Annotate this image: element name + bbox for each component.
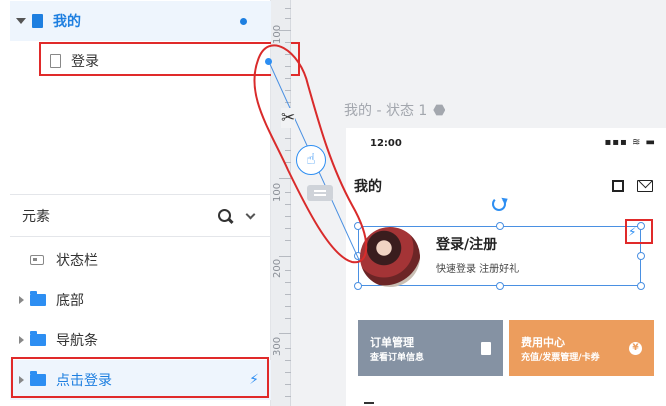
layer-item-bottom[interactable]: 底部 [10,280,271,320]
settings-hex-icon[interactable] [433,104,446,116]
expand-arrow-icon[interactable] [19,296,24,304]
ruler-tick [285,192,291,193]
tap-gesture-icon[interactable]: ☝ [296,145,326,175]
status-icons: ▪▪▪ ≋ ▬ [604,137,656,148]
caret-down-icon[interactable] [16,18,26,24]
layer-item-navbar[interactable]: 导航条 [10,320,271,360]
ruler-tick [285,42,291,43]
search-icon[interactable] [218,209,231,222]
resize-handle[interactable] [496,282,504,290]
highlight-box-bolt [625,219,653,244]
ruler-tick [279,178,291,179]
ruler-tick [285,102,291,103]
ruler-label: 100 [272,182,283,202]
ruler-tick [285,18,291,19]
ruler-tick [285,360,291,361]
vertical-ruler: 100 100 200 300 [271,0,291,406]
ruler-tick [279,333,291,334]
mail-icon[interactable] [637,180,653,192]
ruler-tick [285,138,291,139]
ruler-tick [285,150,291,151]
ruler-tick [285,294,291,295]
page-icon [32,14,43,28]
layer-label: 底部 [56,293,84,309]
ruler-label: 100 [272,24,283,44]
ruler-tick [285,78,291,79]
component-icon [30,255,44,265]
ruler-tick [285,54,291,55]
phone-artboard[interactable]: 12:00 ▪▪▪ ≋ ▬ 我的 登录/注册 快速登录 注册好礼 ⚡ 订单管理 … [346,128,666,406]
comment-icon[interactable] [307,185,333,201]
document-icon [481,342,491,355]
ruler-tick [285,162,291,163]
ruler-tick [285,204,291,205]
layer-item-statusbar[interactable]: 状态栏 [10,240,271,280]
connector-start-dot[interactable] [265,58,272,65]
refresh-icon[interactable] [492,197,506,211]
elements-title: 元素 [22,209,50,225]
highlight-box-login-page [39,42,300,76]
resize-handle[interactable] [354,222,362,230]
folder-icon [30,331,46,346]
status-time: 12:00 [370,138,402,149]
login-subtitle: 快速登录 注册好礼 [436,264,520,275]
card-title: 费用中心 [521,336,565,349]
ruler-tick [285,8,291,9]
ruler-tick [285,270,291,271]
layer-label: 状态栏 [56,253,98,269]
ruler-label: 300 [272,336,283,356]
page-label: 我的 [53,14,81,30]
page-item-mine[interactable]: 我的 [10,1,271,41]
layer-label: 导航条 [56,333,98,349]
app-root: 我的 登录 元素 状态栏 底部 导航条 点击登录 ⚡ 100 100 200 3… [0,0,666,406]
scan-icon[interactable] [612,180,624,192]
ruler-tick [285,318,291,319]
mine-header-title: 我的 [354,179,382,195]
ruler-tick [285,372,291,373]
yen-icon: ¥ [629,342,642,355]
avatar[interactable] [360,227,420,287]
ruler-tick [285,348,291,349]
resize-handle[interactable] [354,282,362,290]
ruler-tick [285,396,291,397]
card-subtitle: 查看订单信息 [370,353,425,363]
resize-handle[interactable] [637,252,645,260]
panel-divider [10,194,271,195]
state-label[interactable]: 我的 - 状态 1 [344,100,446,120]
active-dot-icon [240,18,247,25]
folder-icon [30,291,46,306]
ruler-tick [285,228,291,229]
scissors-icon[interactable]: ✂ [281,108,296,128]
login-title[interactable]: 登录/注册 [436,234,497,254]
ruler-tick [285,90,291,91]
panel-divider [10,236,271,237]
billing-center-card[interactable]: 费用中心 充值/发票管理/卡券 ¥ [509,320,654,376]
resize-handle[interactable] [637,282,645,290]
ruler-tick [285,240,291,241]
ruler-tick [285,66,291,67]
ruler-tick [285,384,291,385]
card-subtitle: 充值/发票管理/卡券 [521,353,600,363]
ruler-tick [285,282,291,283]
ruler-tick [279,256,291,257]
order-management-card[interactable]: 订单管理 查看订单信息 [358,320,503,376]
ruler-label: 200 [272,258,283,278]
state-label-text: 我的 - 状态 1 [344,103,428,119]
ruler-tick [285,306,291,307]
list-item-marker [364,402,374,404]
expand-arrow-icon[interactable] [19,336,24,344]
highlight-box-click-login-layer [11,357,269,398]
ruler-tick [285,216,291,217]
card-title: 订单管理 [370,336,414,349]
chevron-down-icon[interactable] [245,209,256,220]
resize-handle[interactable] [496,222,504,230]
